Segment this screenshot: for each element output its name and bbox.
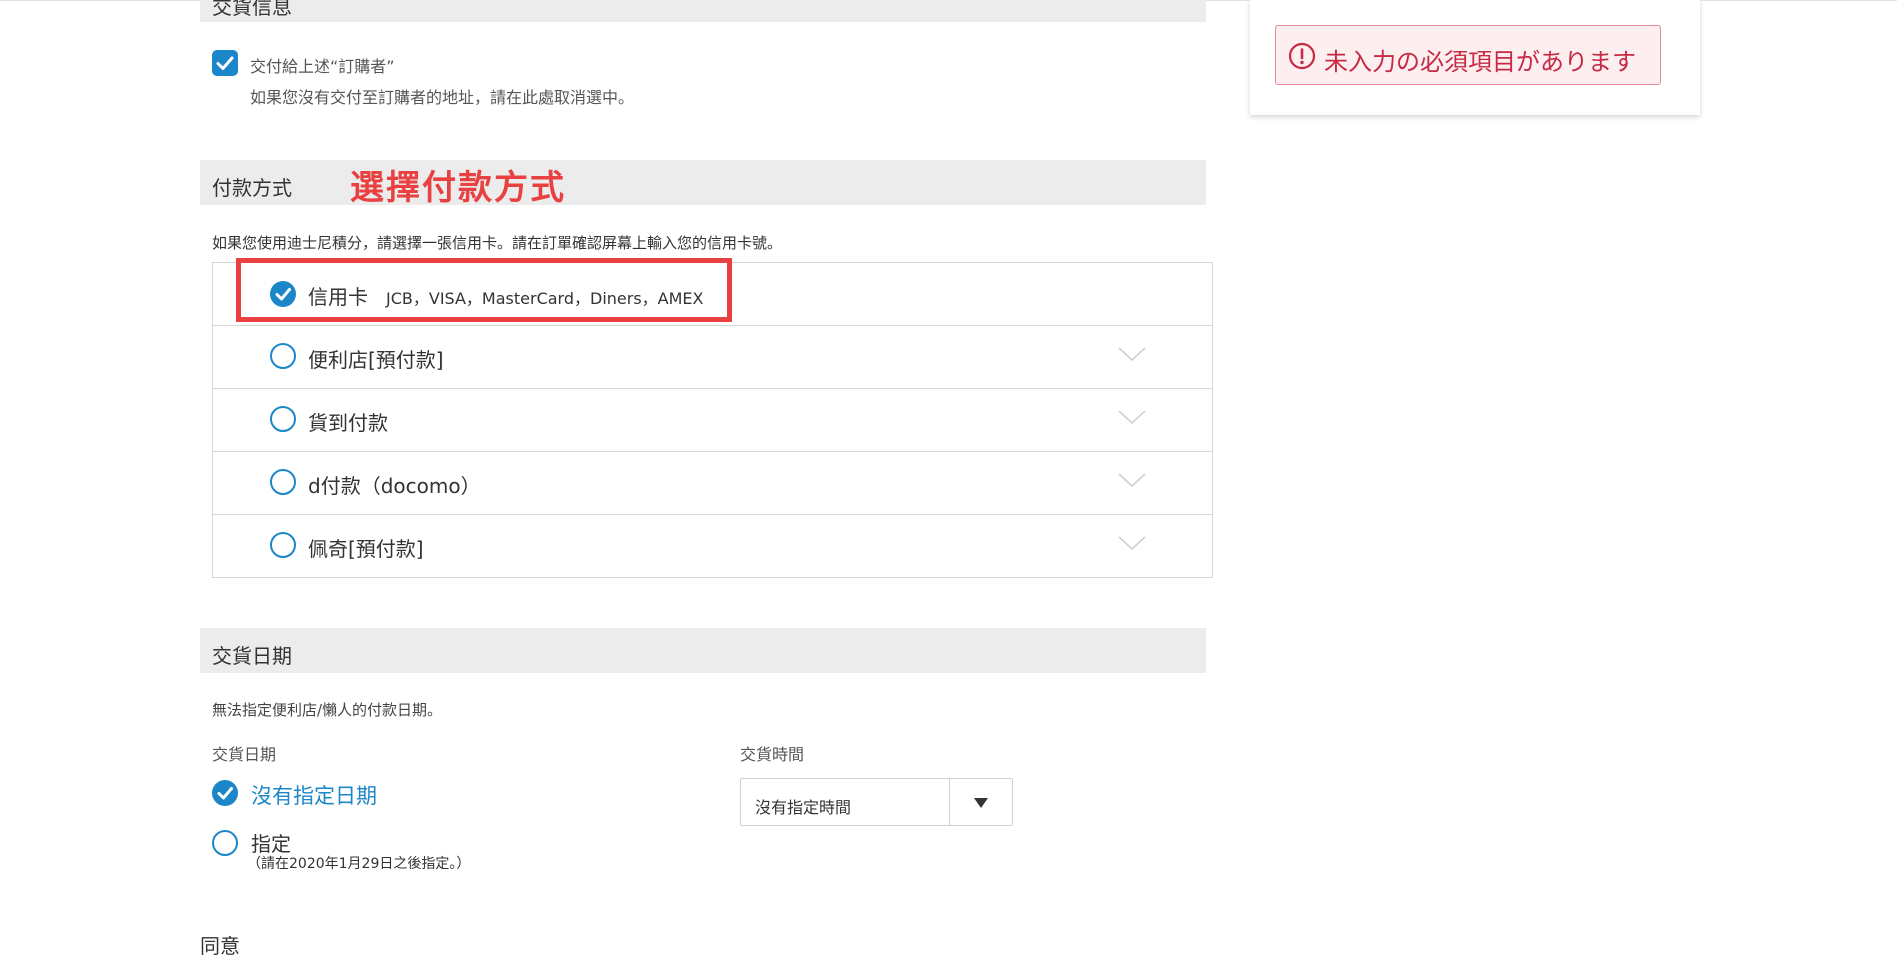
payment-option-label: d付款（docomo） [308, 474, 481, 498]
delivery-time-label: 交貨時間 [740, 745, 805, 764]
chevron-down-icon[interactable] [1118, 346, 1146, 362]
radio-unselected[interactable] [270, 469, 296, 495]
delivery-time-select[interactable]: 沒有指定時間 [740, 778, 1013, 826]
bottom-section-title: 同意 [200, 934, 240, 958]
payment-option-convenience-store[interactable]: 便利店[預付款] [213, 326, 1212, 389]
payment-option-cash-on-delivery[interactable]: 貨到付款 [213, 389, 1212, 452]
radio-unselected[interactable] [270, 406, 296, 432]
deliver-to-buyer-note: 如果您沒有交付至訂購者的地址，請在此處取消選中。 [250, 88, 635, 107]
deliver-to-buyer-label: 交付給上述“訂購者” [250, 57, 395, 76]
chevron-down-icon[interactable] [1118, 409, 1146, 425]
radio-unselected[interactable] [270, 343, 296, 369]
checkmark-icon [217, 787, 233, 800]
required-fields-alert: 未入力の必須項目があります [1275, 25, 1661, 85]
no-date-label[interactable]: 沒有指定日期 [251, 780, 377, 810]
payment-option-label: 佩奇[預付款] [308, 537, 424, 561]
delivery-info-header: 交貨信息 [200, 0, 1206, 22]
payment-option-paidy[interactable]: 佩奇[預付款] [213, 515, 1212, 577]
exclamation-circle-icon [1288, 42, 1316, 70]
delivery-date-label: 交貨日期 [212, 745, 277, 764]
alert-text: 未入力の必須項目があります [1324, 48, 1636, 76]
checkmark-icon [216, 56, 234, 70]
specify-date-note: （請在2020年1月29日之後指定。） [247, 856, 471, 872]
validation-card: 未入力の必須項目があります [1250, 0, 1700, 115]
chevron-down-icon[interactable] [1118, 472, 1146, 488]
delivery-time-value: 沒有指定時間 [755, 798, 852, 817]
delivery-date-note: 無法指定便利店/懶人的付款日期。 [212, 701, 443, 719]
no-date-radio[interactable] [212, 780, 238, 806]
chevron-down-icon[interactable] [1118, 535, 1146, 551]
specify-date-radio[interactable] [212, 830, 238, 856]
delivery-date-header: 交貨日期 [200, 628, 1206, 673]
credit-card-highlight [236, 258, 732, 322]
payment-option-label: 便利店[預付款] [308, 348, 444, 372]
payment-option-label: 貨到付款 [308, 411, 388, 435]
delivery-date-title: 交貨日期 [212, 644, 292, 668]
delivery-time-dropdown-button[interactable] [949, 779, 1012, 825]
payment-note: 如果您使用迪士尼積分，請選擇一張信用卡。請在訂單確認屏幕上輸入您的信用卡號。 [212, 234, 783, 252]
dropdown-arrow-icon [974, 798, 988, 808]
delivery-info-title: 交貨信息 [212, 0, 292, 19]
payment-annotation: 選擇付款方式 [350, 168, 566, 208]
payment-title: 付款方式 [212, 176, 292, 200]
payment-option-d-payment[interactable]: d付款（docomo） [213, 452, 1212, 515]
radio-unselected[interactable] [270, 532, 296, 558]
deliver-to-buyer-checkbox[interactable] [212, 50, 238, 76]
